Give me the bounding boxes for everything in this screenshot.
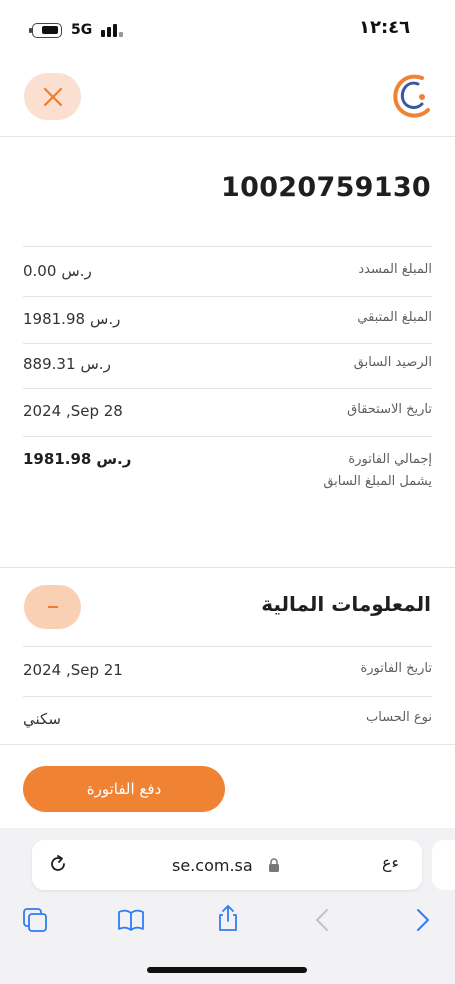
company-logo (393, 74, 430, 118)
row-value: 889.31 ر.س (23, 355, 111, 373)
summary-row-due-date: تاريخ الاستحقاق 2024 ,Sep 28 (23, 402, 432, 422)
summary-row-total: إجمالي الفاتورة يشمل المبلغ السابق 1981.… (23, 450, 432, 495)
total-label: إجمالي الفاتورة (348, 452, 432, 467)
footer-divider (0, 744, 455, 745)
back-icon[interactable] (309, 906, 337, 934)
divider (23, 646, 432, 647)
url-text[interactable]: se.com.sa (172, 856, 253, 875)
total-sublabel: يشمل المبلغ السابق (323, 474, 432, 489)
row-label: تاريخ الفاتورة (360, 661, 432, 676)
row-value: 0.00 ر.س (23, 262, 92, 280)
battery-icon (29, 23, 62, 38)
row-value: 1981.98 ر.س (23, 310, 120, 328)
row-label: نوع الحساب (366, 710, 432, 725)
divider (23, 388, 432, 389)
info-row-bill-date: تاريخ الفاتورة 2024 ,Sep 21 (23, 661, 432, 681)
status-bar: 5G ١٢:٤٦ (0, 0, 455, 58)
currency: ر.س (61, 262, 92, 280)
bill-number: 10020759130 (221, 172, 431, 203)
signal-icon (101, 22, 123, 37)
network-type: 5G (71, 22, 93, 38)
amount: 1981.98 (23, 450, 92, 468)
amount: 1981.98 (23, 310, 86, 328)
divider (23, 343, 432, 344)
row-value: 2024 ,Sep 21 (23, 661, 123, 679)
minus-icon (47, 606, 58, 608)
divider (23, 436, 432, 437)
currency: ر.س (90, 310, 121, 328)
collapse-button[interactable] (24, 585, 81, 629)
amount: 889.31 (23, 355, 76, 373)
row-label: تاريخ الاستحقاق (347, 402, 432, 417)
row-value: سكني (23, 710, 61, 728)
home-indicator (147, 967, 307, 973)
row-label: المبلغ المتبقي (357, 310, 432, 325)
close-button[interactable] (24, 73, 81, 120)
section-divider (0, 567, 455, 568)
divider (23, 296, 432, 297)
header-divider (0, 136, 455, 137)
row-label: المبلغ المسدد (358, 262, 432, 277)
status-time: ١٢:٤٦ (359, 17, 411, 38)
next-tab-preview[interactable] (432, 840, 455, 890)
share-icon[interactable] (214, 904, 242, 932)
divider (23, 696, 432, 697)
lock-icon (269, 858, 279, 872)
section-title: المعلومات المالية (261, 592, 431, 616)
summary-row-previous-balance: الرصيد السابق 889.31 ر.س (23, 355, 432, 375)
currency: ر.س (80, 355, 111, 373)
amount: 0.00 (23, 262, 57, 280)
pay-bill-button[interactable]: دفع الفاتورة (23, 766, 225, 812)
row-value: 2024 ,Sep 28 (23, 402, 123, 420)
tabs-icon[interactable] (21, 906, 49, 934)
row-label: الرصيد السابق (353, 355, 432, 370)
total-value: 1981.98 ر.س (23, 450, 131, 468)
bookmarks-icon[interactable] (117, 906, 145, 934)
summary-row-paid: المبلغ المسدد 0.00 ر.س (23, 262, 432, 282)
page-settings-button[interactable]: ﺀﻉ (382, 853, 399, 872)
close-icon (43, 87, 62, 106)
reload-icon[interactable] (47, 853, 69, 875)
divider (23, 246, 432, 247)
currency: ر.س (96, 450, 132, 468)
info-row-account-type: نوع الحساب سكني (23, 710, 432, 730)
summary-row-remaining: المبلغ المتبقي 1981.98 ر.س (23, 310, 432, 330)
forward-icon[interactable] (408, 906, 436, 934)
